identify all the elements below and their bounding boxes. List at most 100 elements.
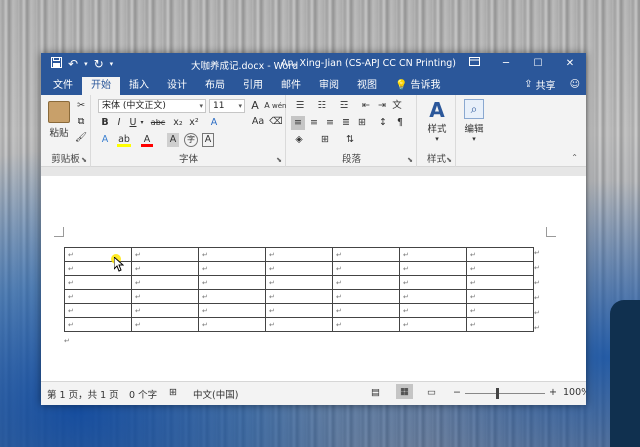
cut-icon[interactable]: ✂ (75, 99, 87, 113)
table-cell[interactable]: ↵ (332, 289, 400, 304)
table-cell[interactable]: ↵ (198, 289, 266, 304)
language-indicator[interactable]: 中文(中国) (193, 387, 238, 401)
table-cell[interactable]: ↵ (198, 247, 266, 262)
redo-icon[interactable]: ↻ (94, 57, 104, 71)
distributed-icon[interactable]: ⊞ (355, 116, 369, 130)
share-button[interactable]: ⇪ 共享 (524, 77, 555, 92)
text-effects-button[interactable]: A (99, 133, 111, 147)
numbering-icon[interactable]: ☷ (313, 99, 331, 113)
shading-icon[interactable]: ◈ (291, 133, 307, 147)
table-cell[interactable]: ↵ (332, 275, 400, 290)
decrease-indent-icon[interactable]: ⇤ (359, 99, 373, 113)
user-account[interactable]: An, Xing-Jian (CS-APJ CC CN Printing) (281, 58, 456, 69)
justify-icon[interactable]: ≣ (339, 116, 353, 130)
shrink-font-button[interactable]: A (262, 99, 272, 113)
save-icon[interactable] (51, 57, 62, 71)
tab-references[interactable]: 引用 (234, 77, 272, 95)
chevron-down-icon[interactable]: ▾ (139, 116, 145, 130)
copy-icon[interactable]: ⧉ (75, 115, 87, 129)
italic-button[interactable]: I (113, 116, 125, 130)
table-cell[interactable]: ↵ (265, 303, 333, 318)
table-cell[interactable]: ↵ (399, 317, 467, 332)
tell-me[interactable]: 💡 告诉我 (386, 77, 449, 95)
char-shading-button[interactable]: A (167, 133, 179, 147)
clear-format-icon[interactable]: ⌫ (269, 115, 283, 129)
table-cell[interactable]: ↵ (399, 261, 467, 276)
tab-mailings[interactable]: 邮件 (272, 77, 310, 95)
table-cell[interactable]: ↵ (131, 247, 199, 262)
clipboard-launcher-icon[interactable]: ⬊ (81, 156, 87, 164)
tab-insert[interactable]: 插入 (120, 77, 158, 95)
close-icon[interactable]: ✕ (554, 53, 586, 75)
collapse-ribbon-icon[interactable]: ⌃ (571, 153, 578, 162)
paste-button[interactable]: 粘贴 (47, 101, 71, 139)
tab-view[interactable]: 视图 (348, 77, 386, 95)
underline-button[interactable]: U (127, 116, 139, 130)
editing-button[interactable]: ⌕ 编辑 ▾ (459, 99, 489, 143)
table-cell[interactable]: ↵ (131, 303, 199, 318)
zoom-level[interactable]: 100% (563, 387, 586, 398)
table-cell[interactable]: ↵ (332, 303, 400, 318)
highlight-button[interactable]: ab (116, 133, 132, 147)
enclose-char-button[interactable]: 字 (184, 133, 198, 147)
table-cell[interactable]: ↵ (265, 275, 333, 290)
table-cell[interactable]: ↵ (64, 317, 132, 332)
table-cell[interactable]: ↵ (131, 275, 199, 290)
table-cell[interactable]: ↵ (466, 261, 534, 276)
phonetic-guide-button[interactable]: wén (272, 99, 286, 113)
table-cell[interactable]: ↵ (64, 303, 132, 318)
format-painter-icon[interactable]: 🖌 (75, 131, 87, 145)
page-count[interactable]: 第 1 页，共 1 页 (47, 387, 119, 401)
table-cell[interactable]: ↵ (198, 261, 266, 276)
effects-button[interactable]: A (208, 116, 220, 130)
align-left-icon[interactable]: ≡ (291, 116, 305, 130)
tab-design[interactable]: 设计 (158, 77, 196, 95)
strikethrough-button[interactable]: abc (148, 116, 168, 130)
bold-button[interactable]: B (99, 116, 111, 130)
print-layout-icon[interactable]: ▦ (396, 384, 413, 399)
paragraph-launcher-icon[interactable]: ⬊ (407, 156, 413, 164)
show-marks-icon[interactable]: ¶ (393, 116, 407, 130)
styles-button[interactable]: A 样式 ▾ (422, 99, 452, 143)
undo-icon[interactable]: ↶ (68, 57, 78, 71)
table-cell[interactable]: ↵ (265, 317, 333, 332)
web-layout-icon[interactable]: ▭ (427, 387, 436, 398)
table-cell[interactable]: ↵ (332, 317, 400, 332)
table-cell[interactable]: ↵ (399, 275, 467, 290)
bullets-icon[interactable]: ☰ (291, 99, 309, 113)
table-cell[interactable]: ↵ (466, 289, 534, 304)
word-count[interactable]: 0 个字 (129, 387, 157, 401)
grow-font-button[interactable]: A (249, 99, 261, 113)
table-cell[interactable]: ↵ (466, 317, 534, 332)
tab-review[interactable]: 审阅 (310, 77, 348, 95)
table-cell[interactable]: ↵ (131, 289, 199, 304)
align-center-icon[interactable]: ≡ (307, 116, 321, 130)
table-cell[interactable]: ↵ (399, 247, 467, 262)
zoom-slider-track[interactable] (465, 393, 545, 394)
tab-file[interactable]: 文件 (41, 77, 82, 95)
table-cell[interactable]: ↵ (332, 261, 400, 276)
font-color-button[interactable]: A (140, 133, 154, 147)
chevron-down-icon[interactable]: ▾ (84, 60, 88, 68)
char-border-button[interactable]: A (202, 133, 214, 147)
document-table[interactable]: ↵ ↵ ↵ ↵ ↵ ↵ ↵ ↵ ↵ ↵ ↵ ↵ ↵ ↵ ↵ ↵ ↵ ↵ ↵ ↵ ↵ ↵ ↵ ↵ ↵ ↵ ↵ ↵ ↵ ↵ ↵ ↵ ↵ ↵ ↵ ↵ ↵ ↵ ↵ ↵… (64, 247, 534, 332)
table-cell[interactable]: ↵ (198, 275, 266, 290)
zoom-in-button[interactable]: + (549, 387, 557, 398)
borders-icon[interactable]: ⊞ (317, 133, 333, 147)
comment-icon[interactable]: ☺ (570, 79, 580, 90)
tab-home[interactable]: 开始 (82, 77, 120, 95)
restore-ribbon-icon[interactable] (458, 53, 490, 75)
table-cell[interactable]: ↵ (466, 247, 534, 262)
table-cell[interactable]: ↵ (265, 261, 333, 276)
subscript-button[interactable]: x₂ (171, 116, 185, 130)
table-cell[interactable]: ↵ (466, 275, 534, 290)
maximize-icon[interactable]: ☐ (522, 53, 554, 75)
table-cell[interactable]: ↵ (332, 247, 400, 262)
customize-icon[interactable]: ▾ (110, 60, 114, 68)
document-page[interactable]: ↵ ↵ ↵ ↵ ↵ ↵ ↵ ↵ ↵ ↵ ↵ ↵ ↵ ↵ ↵ ↵ ↵ ↵ ↵ ↵ ↵ ↵ ↵ ↵ ↵ ↵ ↵ ↵ ↵ ↵ ↵ ↵ ↵ ↵ ↵ ↵ ↵ ↵ ↵ ↵… (41, 176, 586, 381)
line-spacing-icon[interactable]: ↕ (375, 116, 391, 130)
table-cell[interactable]: ↵ (198, 317, 266, 332)
table-cell[interactable]: ↵ (399, 303, 467, 318)
chinese-layout-icon[interactable]: 文 (391, 99, 403, 113)
align-right-icon[interactable]: ≡ (323, 116, 337, 130)
